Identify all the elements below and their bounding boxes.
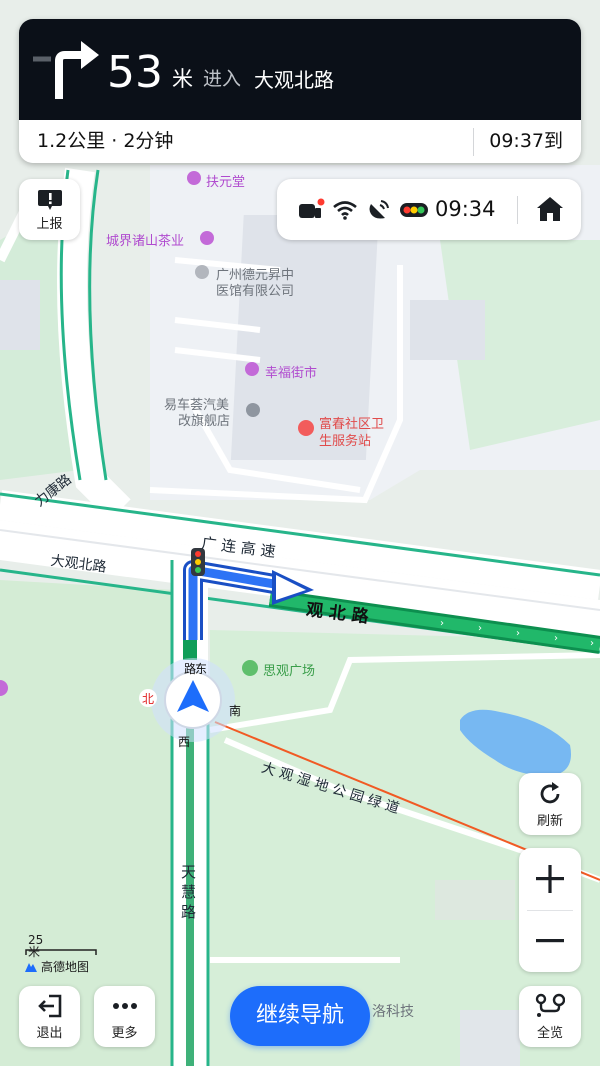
exit-button[interactable]: 退出 — [19, 986, 80, 1047]
exit-label: 退出 — [36, 1026, 63, 1041]
status-bar: 09:34 — [277, 179, 581, 240]
svg-text:›: › — [554, 633, 558, 644]
refresh-button[interactable]: 刷新 — [519, 773, 581, 835]
zoom-out-button[interactable] — [519, 910, 581, 972]
building — [410, 300, 485, 360]
svg-text:›: › — [590, 638, 594, 649]
satellite-icon — [369, 200, 389, 219]
overview-label: 全览 — [536, 1026, 563, 1041]
exit-icon — [38, 994, 62, 1018]
remaining-distance-time: 1.2公里 · 2分钟 — [37, 130, 174, 152]
building — [435, 880, 515, 920]
report-icon — [38, 190, 62, 210]
wifi-icon — [333, 201, 357, 220]
continue-navigation-label: 继续导航 — [255, 1003, 344, 1028]
guidance-header: 53 米 进入 大观北路 — [19, 19, 581, 120]
refresh-label: 刷新 — [536, 814, 563, 829]
building — [0, 280, 40, 350]
amap-logo-icon — [25, 963, 37, 972]
navigation-guidance-card[interactable]: 53 米 进入 大观北路 1.2公里 · 2分钟 09:37到 — [19, 19, 581, 163]
traffic-light-icon — [400, 203, 428, 217]
report-button[interactable]: 上报 — [19, 179, 80, 240]
more-label: 更多 — [111, 1026, 138, 1041]
refresh-icon — [540, 782, 560, 804]
divider — [517, 196, 518, 224]
car-icon — [299, 198, 325, 218]
turn-right-icon — [33, 41, 99, 99]
traffic-light-marker — [191, 548, 205, 576]
building — [460, 1010, 520, 1066]
next-road-name: 大观北路 — [254, 68, 334, 92]
route-overview-icon — [535, 993, 565, 1017]
report-label: 上报 — [36, 217, 63, 232]
map-logo: 高德地图 — [41, 960, 90, 974]
divider — [473, 128, 474, 156]
zoom-in-button[interactable] — [519, 848, 581, 910]
svg-text:›: › — [478, 623, 482, 634]
more-button[interactable]: 更多 — [94, 986, 155, 1047]
distance-unit: 米 — [172, 67, 193, 91]
svg-text:›: › — [440, 618, 444, 629]
home-icon[interactable] — [535, 195, 565, 223]
action-text: 进入 — [203, 68, 242, 90]
status-clock: 09:34 — [435, 197, 496, 221]
svg-text:›: › — [516, 628, 520, 639]
more-icon — [113, 1003, 137, 1009]
distance-value: 53 — [107, 47, 163, 98]
zoom-controls — [519, 848, 581, 972]
continue-navigation-button[interactable]: 继续导航 — [230, 986, 370, 1046]
overview-button[interactable]: 全览 — [519, 986, 581, 1047]
arrival-time: 09:37到 — [489, 130, 563, 152]
scale-label: 25米 — [28, 933, 44, 959]
trip-summary: 1.2公里 · 2分钟 09:37到 — [19, 120, 581, 163]
